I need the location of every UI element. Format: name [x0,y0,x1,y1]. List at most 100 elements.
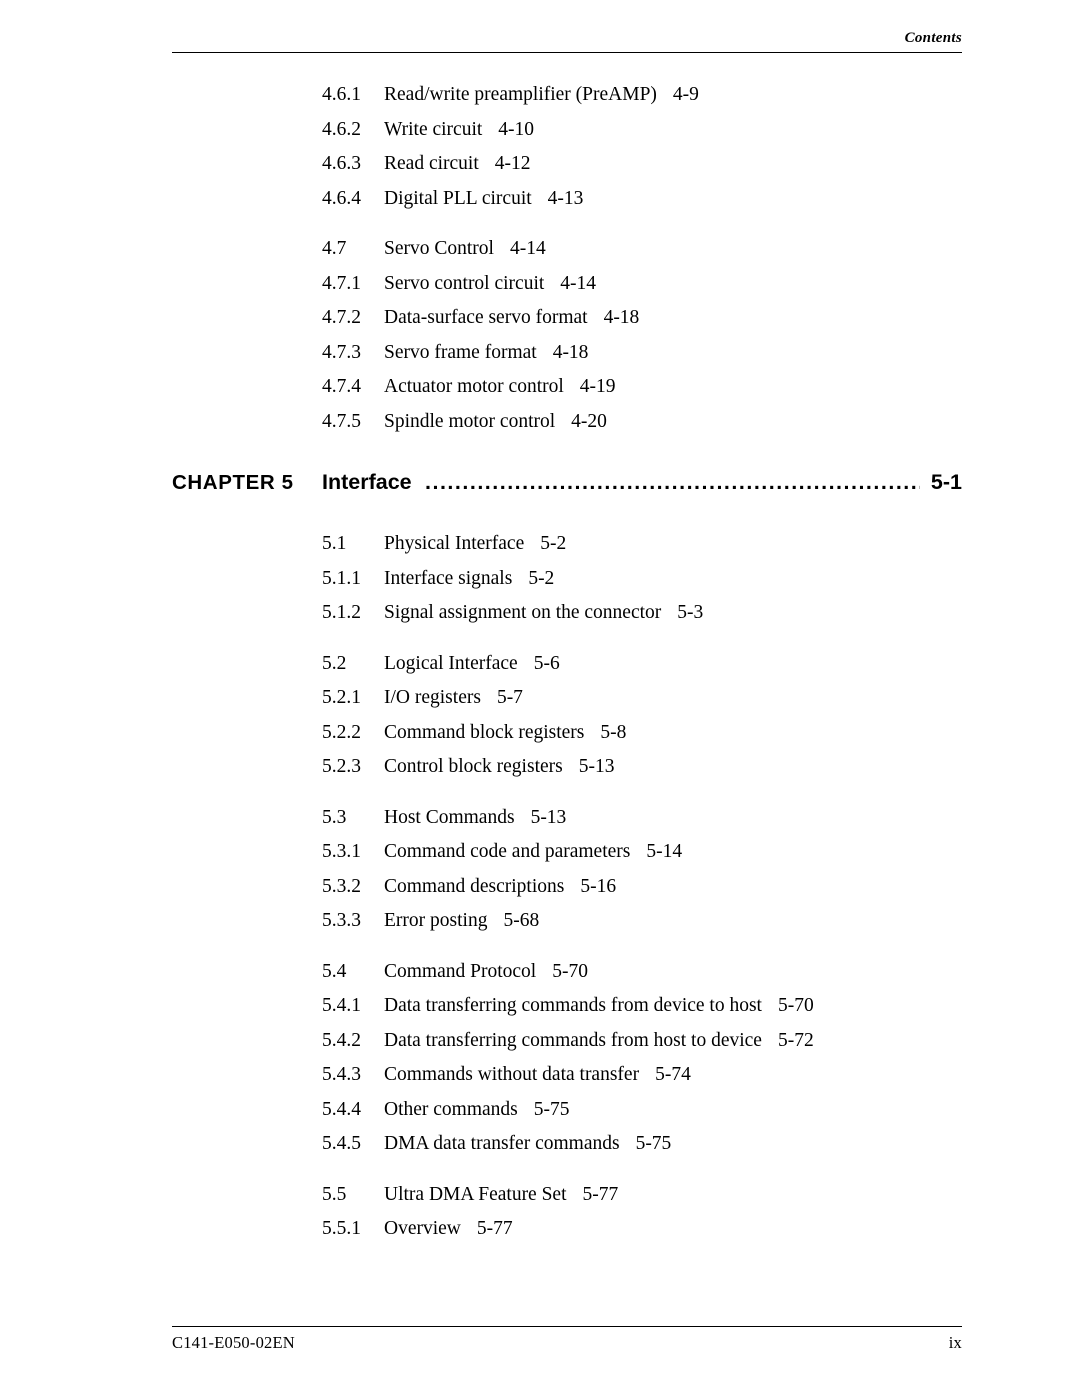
toc-entry[interactable]: 4.7.2 Data-surface servo format 4-18 [0,301,1080,336]
toc-entry-number: 5.5 [322,1183,347,1205]
toc-entry[interactable]: 5.4.3 Commands without data transfer 5-74 [0,1058,1080,1093]
toc-entry-page: 5-77 [582,1183,619,1205]
toc-entry-number: 5.2.1 [322,687,361,708]
toc-entry[interactable]: 5.4 Command Protocol 5-70 [0,955,1080,990]
toc-entry-page: 4-12 [494,153,531,174]
header-title: Contents [904,30,962,46]
toc-entry-title: Digital PLL circuit [384,187,532,209]
toc-entry-page: 5-13 [578,756,615,777]
toc-entry-page: 5-70 [552,960,588,982]
toc-section-chapter4: 4.6.1 Read/write preamplifier (PreAMP) 4-9… [0,78,1080,439]
toc-entry[interactable]: 5.1.1 Interface signals 5-2 [0,562,1080,597]
toc-entry-page: 5-3 [677,602,704,623]
toc-entry-title: Physical Interface [384,533,525,554]
toc-entry[interactable]: 5.1.2 Signal assignment on the connector 5… [0,596,1080,631]
toc-entry-title: Data transferring commands from device t… [384,995,762,1016]
toc-entry-title: Error posting [384,910,488,931]
toc-spacer [0,1162,1080,1178]
toc-entry-number: 4.6.4 [322,187,361,209]
toc-entry-number: 5.1.2 [322,602,361,623]
toc-entry[interactable]: 5.2 Logical Interface 5-6 [0,647,1080,682]
toc-entry-title: Logical Interface [384,652,518,674]
toc-entry-title: Servo control circuit [384,272,545,294]
toc-entry[interactable]: 4.6.2 Write circuit 4-10 [0,113,1080,148]
toc-entry[interactable]: 4.7.4 Actuator motor control 4-19 [0,370,1080,405]
toc-entry[interactable]: 5.3.2 Command descriptions 5-16 [0,870,1080,905]
toc-entry-page: 4-13 [547,187,584,209]
toc-entry-title: Spindle motor control [384,410,556,432]
toc-entry-number: 4.7.2 [322,307,361,328]
toc-entry[interactable]: 5.5 Ultra DMA Feature Set 5-77 [0,1178,1080,1213]
chapter-heading-row[interactable]: CHAPTER 5 Interface ....................… [0,455,1080,517]
toc-entry-page: 5-68 [503,910,540,931]
toc-entry-page: 4-14 [509,238,546,259]
toc-entry[interactable]: 4.7.5 Spindle motor control 4-20 [0,405,1080,440]
toc-entry[interactable]: 4.7.1 Servo control circuit 4-14 [0,267,1080,302]
toc-entry[interactable]: 5.4.2 Data transferring commands from hos… [0,1024,1080,1059]
toc-entry-title: Commands without data transfer [384,1064,640,1085]
toc-entry[interactable]: 4.6.4 Digital PLL circuit 4-13 [0,182,1080,217]
toc-entry-page: 5-2 [540,533,567,554]
toc-entry[interactable]: 5.4.5 DMA data transfer commands 5-75 [0,1127,1080,1162]
toc-entry-title: Other commands [384,1098,518,1120]
toc-entry-number: 5.4.5 [322,1133,361,1154]
toc-spacer [0,939,1080,955]
toc-entry[interactable]: 5.3.1 Command code and parameters 5-14 [0,835,1080,870]
toc-entry-title: Servo frame format [384,341,537,363]
toc-entry[interactable]: 5.4.4 Other commands 5-75 [0,1093,1080,1128]
toc-entry[interactable]: 5.2.1 I/O registers 5-7 [0,681,1080,716]
toc-entry-number: 5.4.3 [322,1064,361,1085]
toc-entry[interactable]: 4.6.1 Read/write preamplifier (PreAMP) 4-9 [0,78,1080,113]
toc-entry-title: Command code and parameters [384,841,631,862]
document-page: Contents 4.6.1 Read/write preamplifier (P… [0,0,1080,1397]
toc-section-chapter5: 5.1 Physical Interface 5-2 5.1.1 Interface s… [0,527,1080,1247]
toc-entry-page: 5-75 [635,1133,672,1154]
toc-entry-number: 5.3.3 [322,910,361,931]
toc-entry-number: 4.7 [322,238,347,259]
toc-entry-number: 4.6.3 [322,153,361,174]
toc-entry-title: I/O registers [384,687,481,708]
toc-entry[interactable]: 5.3.3 Error posting 5-68 [0,904,1080,939]
toc-entry-title: Control block registers [384,756,563,777]
page-footer: C141-E050-02EN ix [172,1326,962,1353]
toc-entry-page: 5-75 [533,1098,570,1120]
page-header: Contents [172,30,962,53]
toc-entry[interactable]: 5.2.3 Control block registers 5-13 [0,750,1080,785]
toc-entry-page: 5-6 [533,652,560,674]
toc-entry[interactable]: 5.1 Physical Interface 5-2 [0,527,1080,562]
toc-entry[interactable]: 5.2.2 Command block registers 5-8 [0,716,1080,751]
toc-entry-title: Command Protocol [384,960,537,982]
toc-content: 4.6.1 Read/write preamplifier (PreAMP) 4-9… [0,78,1080,1247]
toc-entry-page: 5-13 [530,806,567,828]
toc-entry-page: 5-8 [600,721,627,743]
toc-entry-page: 5-70 [777,995,814,1016]
toc-entry[interactable]: 4.7.3 Servo frame format 4-18 [0,336,1080,371]
toc-entry-number: 5.2 [322,652,347,674]
toc-entry-title: Data-surface servo format [384,307,588,328]
toc-entry-number: 4.6.1 [322,84,361,105]
toc-entry-title: Signal assignment on the connector [384,602,662,623]
header-divider [172,52,962,53]
toc-spacer [0,785,1080,801]
toc-entry[interactable]: 5.3 Host Commands 5-13 [0,801,1080,836]
toc-entry-number: 4.7.1 [322,272,361,294]
toc-entry[interactable]: 4.7 Servo Control 4-14 [0,232,1080,267]
toc-entry-title: Servo Control [384,238,494,259]
toc-entry-page: 5-77 [476,1218,513,1239]
toc-entry-number: 4.6.2 [322,118,361,140]
toc-entry-title: Data transferring commands from host to … [384,1029,762,1051]
toc-entry[interactable]: 5.5.1 Overview 5-77 [0,1212,1080,1247]
toc-entry-page: 4-18 [603,307,640,328]
toc-entry-page: 4-14 [560,272,597,294]
toc-entry-number: 5.4.1 [322,995,361,1016]
toc-entry-page: 4-19 [579,376,616,397]
toc-entry-title: DMA data transfer commands [384,1133,620,1154]
toc-entry-title: Write circuit [384,118,483,140]
toc-entry-page: 5-7 [496,687,523,708]
chapter-leader-dots: ........................................… [425,470,920,494]
toc-entry[interactable]: 4.6.3 Read circuit 4-12 [0,147,1080,182]
toc-entry-page: 4-9 [672,84,699,105]
toc-entry[interactable]: 5.4.1 Data transferring commands from dev… [0,989,1080,1024]
toc-entry-title: Ultra DMA Feature Set [384,1183,567,1205]
toc-entry-number: 4.7.4 [322,376,361,397]
